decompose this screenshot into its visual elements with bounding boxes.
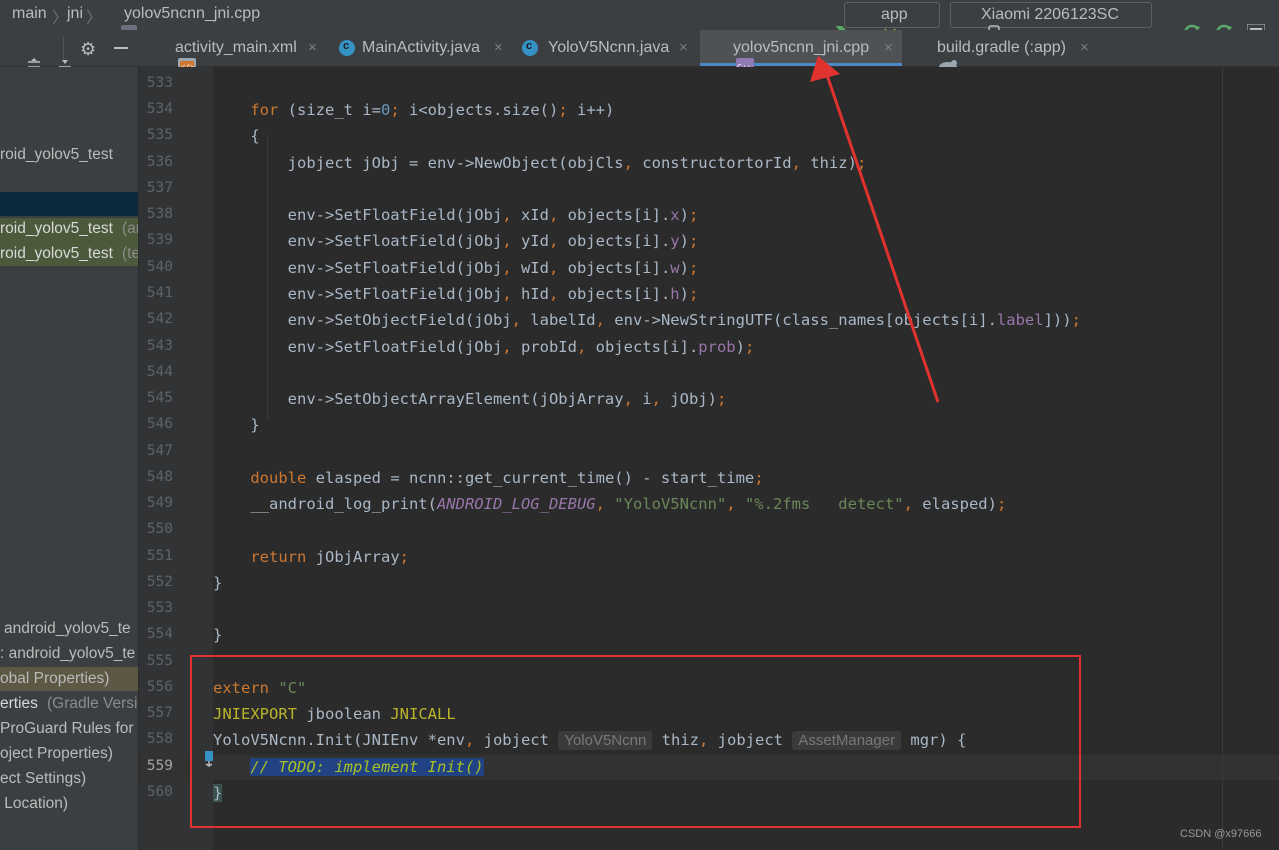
annotation-box <box>190 655 1081 828</box>
annotation-arrow-head <box>810 56 840 82</box>
annotation-arrow-line <box>824 71 940 403</box>
annotation-overlay <box>190 56 1081 828</box>
watermark: CSDN @x97666 <box>1180 828 1262 840</box>
